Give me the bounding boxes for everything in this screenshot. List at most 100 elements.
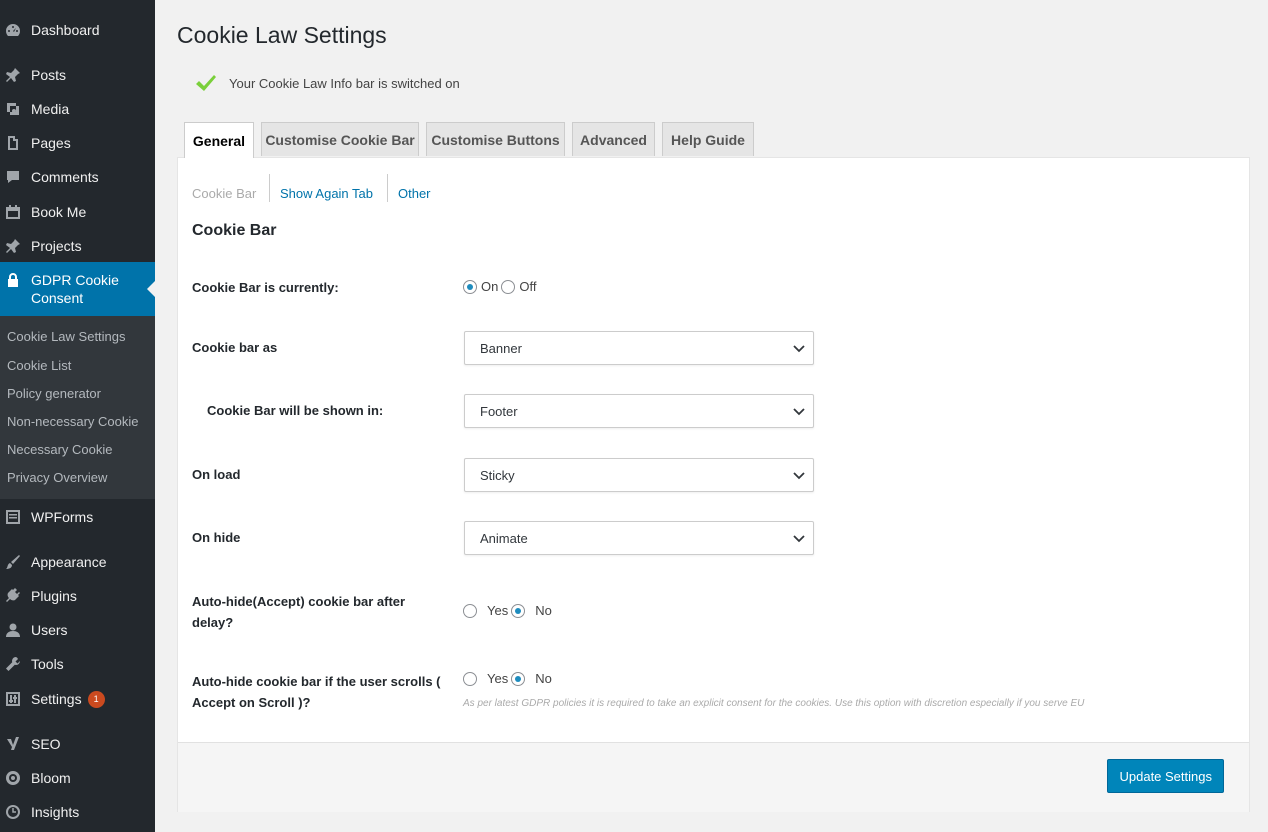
auto-hide-scroll-no-label: No	[535, 671, 552, 686]
admin-sidebar: Dashboard Posts Media Pages Comments Boo…	[0, 0, 155, 832]
auto-hide-delay-no-label: No	[535, 603, 552, 618]
status-off-radio[interactable]	[501, 279, 516, 294]
tab-customise-cookie-bar[interactable]: Customise Cookie Bar	[261, 122, 419, 156]
sidebar-item-label: Comments	[31, 169, 99, 185]
pages-icon	[5, 135, 21, 151]
sidebar-item-book-me[interactable]: Book Me	[0, 195, 155, 229]
current-indicator	[147, 281, 155, 297]
submenu-item-non-necessary-cookie[interactable]: Non-necessary Cookie	[7, 414, 139, 429]
select-value: Banner	[480, 340, 522, 356]
sidebar-item-label: GDPR Cookie Consent	[31, 272, 119, 306]
bloom-icon	[5, 770, 21, 786]
select-value: Footer	[480, 403, 518, 419]
tab-help-guide[interactable]: Help Guide	[662, 122, 754, 156]
subtab-other[interactable]: Other	[398, 186, 431, 201]
pin-icon	[5, 67, 21, 83]
section-title: Cookie Bar	[192, 222, 277, 239]
sidebar-item-seo[interactable]: SEO	[0, 727, 155, 761]
chevron-down-icon	[793, 535, 805, 543]
status-off-label: Off	[519, 279, 537, 294]
sidebar-item-label: Settings	[31, 691, 82, 707]
auto-hide-scroll-yes-radio[interactable]	[463, 671, 477, 686]
shown-in-select[interactable]: Footer	[464, 394, 814, 428]
submenu-item-cookie-law-settings[interactable]: Cookie Law Settings	[7, 329, 126, 344]
tab-label: General	[192, 132, 246, 149]
submenu-item-cookie-list[interactable]: Cookie List	[7, 358, 71, 373]
sidebar-item-label: Tools	[31, 656, 64, 672]
tab-customise-buttons[interactable]: Customise Buttons	[426, 122, 565, 156]
sidebar-item-label: Media	[31, 101, 70, 117]
pin-icon	[5, 238, 21, 254]
sidebar-item-label: Pages	[31, 135, 71, 151]
sidebar-item-posts[interactable]: Posts	[0, 58, 155, 92]
sidebar-item-label: Bloom	[31, 770, 71, 786]
auto-hide-delay-yes-radio[interactable]	[463, 603, 477, 618]
bar-as-select[interactable]: Banner	[464, 331, 814, 365]
status-on-label: On	[481, 279, 499, 294]
chevron-down-icon	[793, 345, 805, 353]
auto-hide-scroll-radio-group: Yes No	[463, 671, 552, 686]
auto-hide-scroll-yes-label: Yes	[487, 671, 509, 686]
auto-hide-delay-yes-label: Yes	[487, 603, 509, 618]
auto-hide-delay-no-radio[interactable]	[511, 603, 526, 618]
subtab-divider	[269, 174, 270, 202]
sidebar-item-tools[interactable]: Tools	[0, 647, 155, 681]
sidebar-item-bloom[interactable]: Bloom	[0, 761, 155, 795]
settings-panel: Cookie Bar Show Again Tab Other Cookie B…	[177, 157, 1250, 812]
sidebar-item-projects[interactable]: Projects	[0, 229, 155, 263]
field-label-on-hide: On hide	[192, 530, 241, 545]
update-settings-button[interactable]: Update Settings	[1107, 759, 1224, 793]
tab-label: Advanced	[580, 131, 647, 148]
on-load-select[interactable]: Sticky	[464, 458, 814, 492]
sidebar-item-pages[interactable]: Pages	[0, 126, 155, 160]
sidebar-item-label: Appearance	[31, 554, 107, 570]
sidebar-item-appearance[interactable]: Appearance	[0, 545, 155, 579]
auto-hide-scroll-no-radio[interactable]	[511, 671, 526, 686]
subtab-show-again-tab[interactable]: Show Again Tab	[280, 186, 373, 201]
sidebar-item-insights[interactable]: Insights	[0, 795, 155, 829]
sidebar-item-comments[interactable]: Comments	[0, 160, 155, 194]
wrench-icon	[5, 656, 21, 672]
tab-label: Help Guide	[671, 131, 745, 148]
chevron-down-icon	[793, 408, 805, 416]
sidebar-item-media[interactable]: Media	[0, 92, 155, 126]
status-radio-group: On Off	[463, 279, 536, 294]
tab-advanced[interactable]: Advanced	[572, 122, 655, 156]
dashboard-icon	[5, 22, 21, 38]
insights-icon	[5, 804, 21, 820]
status-on-radio[interactable]	[463, 279, 477, 294]
sidebar-item-gdpr-cookie-consent[interactable]: GDPR Cookie Consent	[0, 262, 155, 316]
sidebar-item-label: WPForms	[31, 509, 94, 525]
on-hide-select[interactable]: Animate	[464, 521, 814, 555]
tab-general[interactable]: General	[184, 122, 254, 158]
comment-icon	[5, 169, 21, 185]
submenu-item-policy-generator[interactable]: Policy generator	[7, 386, 101, 401]
settings-footer: Update Settings	[178, 742, 1249, 812]
subtab-cookie-bar[interactable]: Cookie Bar	[192, 186, 256, 201]
sidebar-item-dashboard[interactable]: Dashboard	[0, 13, 155, 47]
status-notice: Your Cookie Law Info bar is switched on	[195, 73, 460, 93]
tab-label: Customise Buttons	[431, 131, 560, 148]
field-label-on-load: On load	[192, 467, 241, 482]
sidebar-submenu: Cookie Law Settings Cookie List Policy g…	[0, 316, 155, 499]
select-value: Animate	[480, 530, 528, 546]
sidebar-item-label: Users	[31, 622, 68, 638]
field-label-shown-in: Cookie Bar will be shown in:	[207, 403, 384, 418]
sidebar-item-users[interactable]: Users	[0, 613, 155, 647]
update-count-badge: 1	[87, 690, 105, 708]
chevron-down-icon	[793, 472, 805, 480]
sidebar-item-settings[interactable]: Settings 1	[0, 682, 155, 716]
sidebar-item-label: Dashboard	[31, 22, 100, 38]
tab-label: Customise Cookie Bar	[265, 131, 415, 148]
submenu-item-privacy-overview[interactable]: Privacy Overview	[7, 470, 107, 485]
gdpr-hint-text: As per latest GDPR policies it is requir…	[463, 698, 1085, 709]
submenu-item-necessary-cookie[interactable]: Necessary Cookie	[7, 442, 113, 457]
field-label-status: Cookie Bar is currently:	[192, 280, 339, 295]
user-icon	[5, 622, 21, 638]
plugin-icon	[5, 588, 21, 604]
sidebar-item-label: Projects	[31, 238, 82, 254]
sidebar-item-wpforms[interactable]: WPForms	[0, 500, 155, 534]
sidebar-item-label: SEO	[31, 736, 61, 752]
sidebar-item-plugins[interactable]: Plugins	[0, 579, 155, 613]
media-icon	[5, 101, 21, 117]
